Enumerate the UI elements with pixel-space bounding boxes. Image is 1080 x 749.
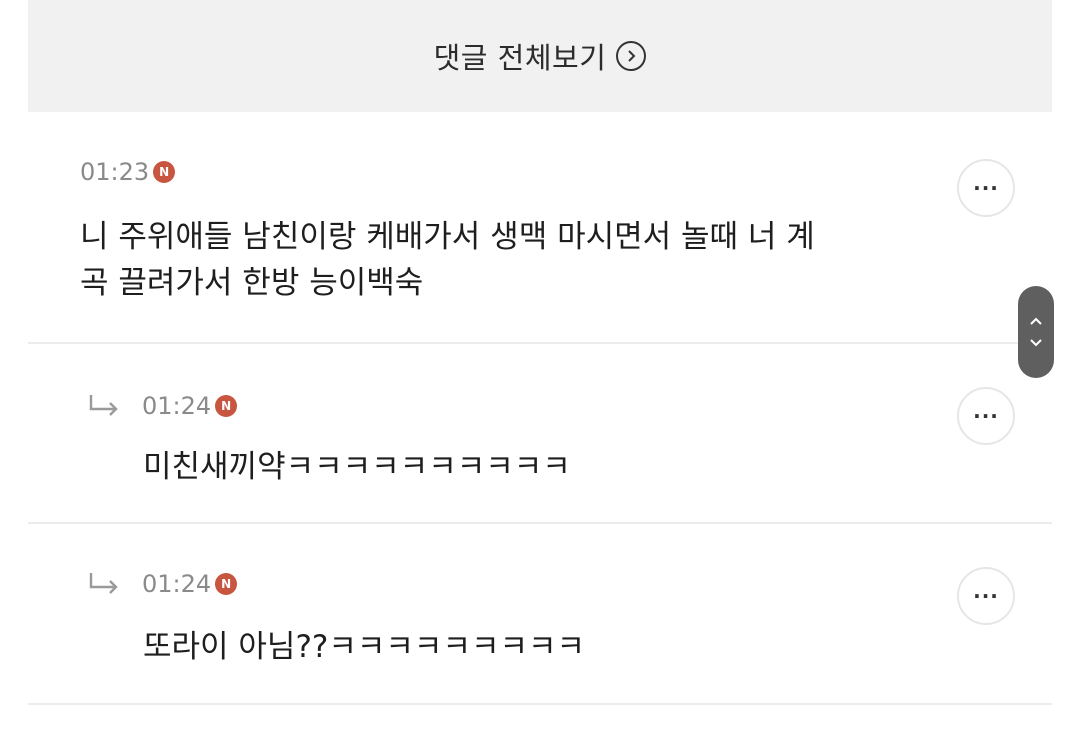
divider: [28, 522, 1052, 524]
comment-meta: 01:24 N: [88, 570, 238, 598]
chevron-down-icon[interactable]: [1029, 337, 1043, 349]
new-badge-icon: N: [153, 161, 176, 183]
comment-text: 미친새끼약ㅋㅋㅋㅋㅋㅋㅋㅋㅋㅋ: [143, 449, 571, 485]
divider: [28, 342, 1052, 344]
comment-time: 01:23: [80, 158, 150, 186]
comment-time: 01:24: [142, 570, 212, 598]
comment-text: 또라이 아님??ㅋㅋㅋㅋㅋㅋㅋㅋㅋ: [143, 629, 586, 665]
view-all-comments-button[interactable]: 댓글 전체보기: [28, 0, 1052, 112]
chevron-up-icon[interactable]: [1029, 315, 1043, 327]
more-dots-icon: ···: [973, 404, 999, 428]
reply-arrow-icon: [89, 573, 118, 594]
more-options-button[interactable]: ···: [957, 159, 1015, 217]
comment-meta: 01:24 N: [88, 392, 238, 420]
header-title: 댓글 전체보기: [433, 41, 607, 75]
more-options-button[interactable]: ···: [957, 567, 1015, 625]
scroll-handle[interactable]: [1018, 286, 1054, 378]
chevron-right-circle-icon: [616, 41, 647, 71]
divider: [28, 703, 1052, 705]
comment-time: 01:24: [142, 392, 212, 420]
more-options-button[interactable]: ···: [957, 387, 1015, 445]
new-badge-icon: N: [215, 395, 238, 417]
comment-text-line: 곡 끌려가서 한방 능이백숙: [80, 265, 424, 301]
comment-meta: 01:23 N: [80, 158, 176, 186]
more-dots-icon: ···: [973, 176, 999, 200]
more-dots-icon: ···: [973, 584, 999, 608]
reply-arrow-icon: [89, 395, 118, 416]
comment-text: 니 주위애들 남친이랑 케배가서 생맥 마시면서 놀때 너 계 곡 끌려가서 한…: [80, 214, 815, 306]
comment-text-line: 니 주위애들 남친이랑 케배가서 생맥 마시면서 놀때 너 계: [80, 219, 815, 255]
new-badge-icon: N: [215, 573, 238, 595]
